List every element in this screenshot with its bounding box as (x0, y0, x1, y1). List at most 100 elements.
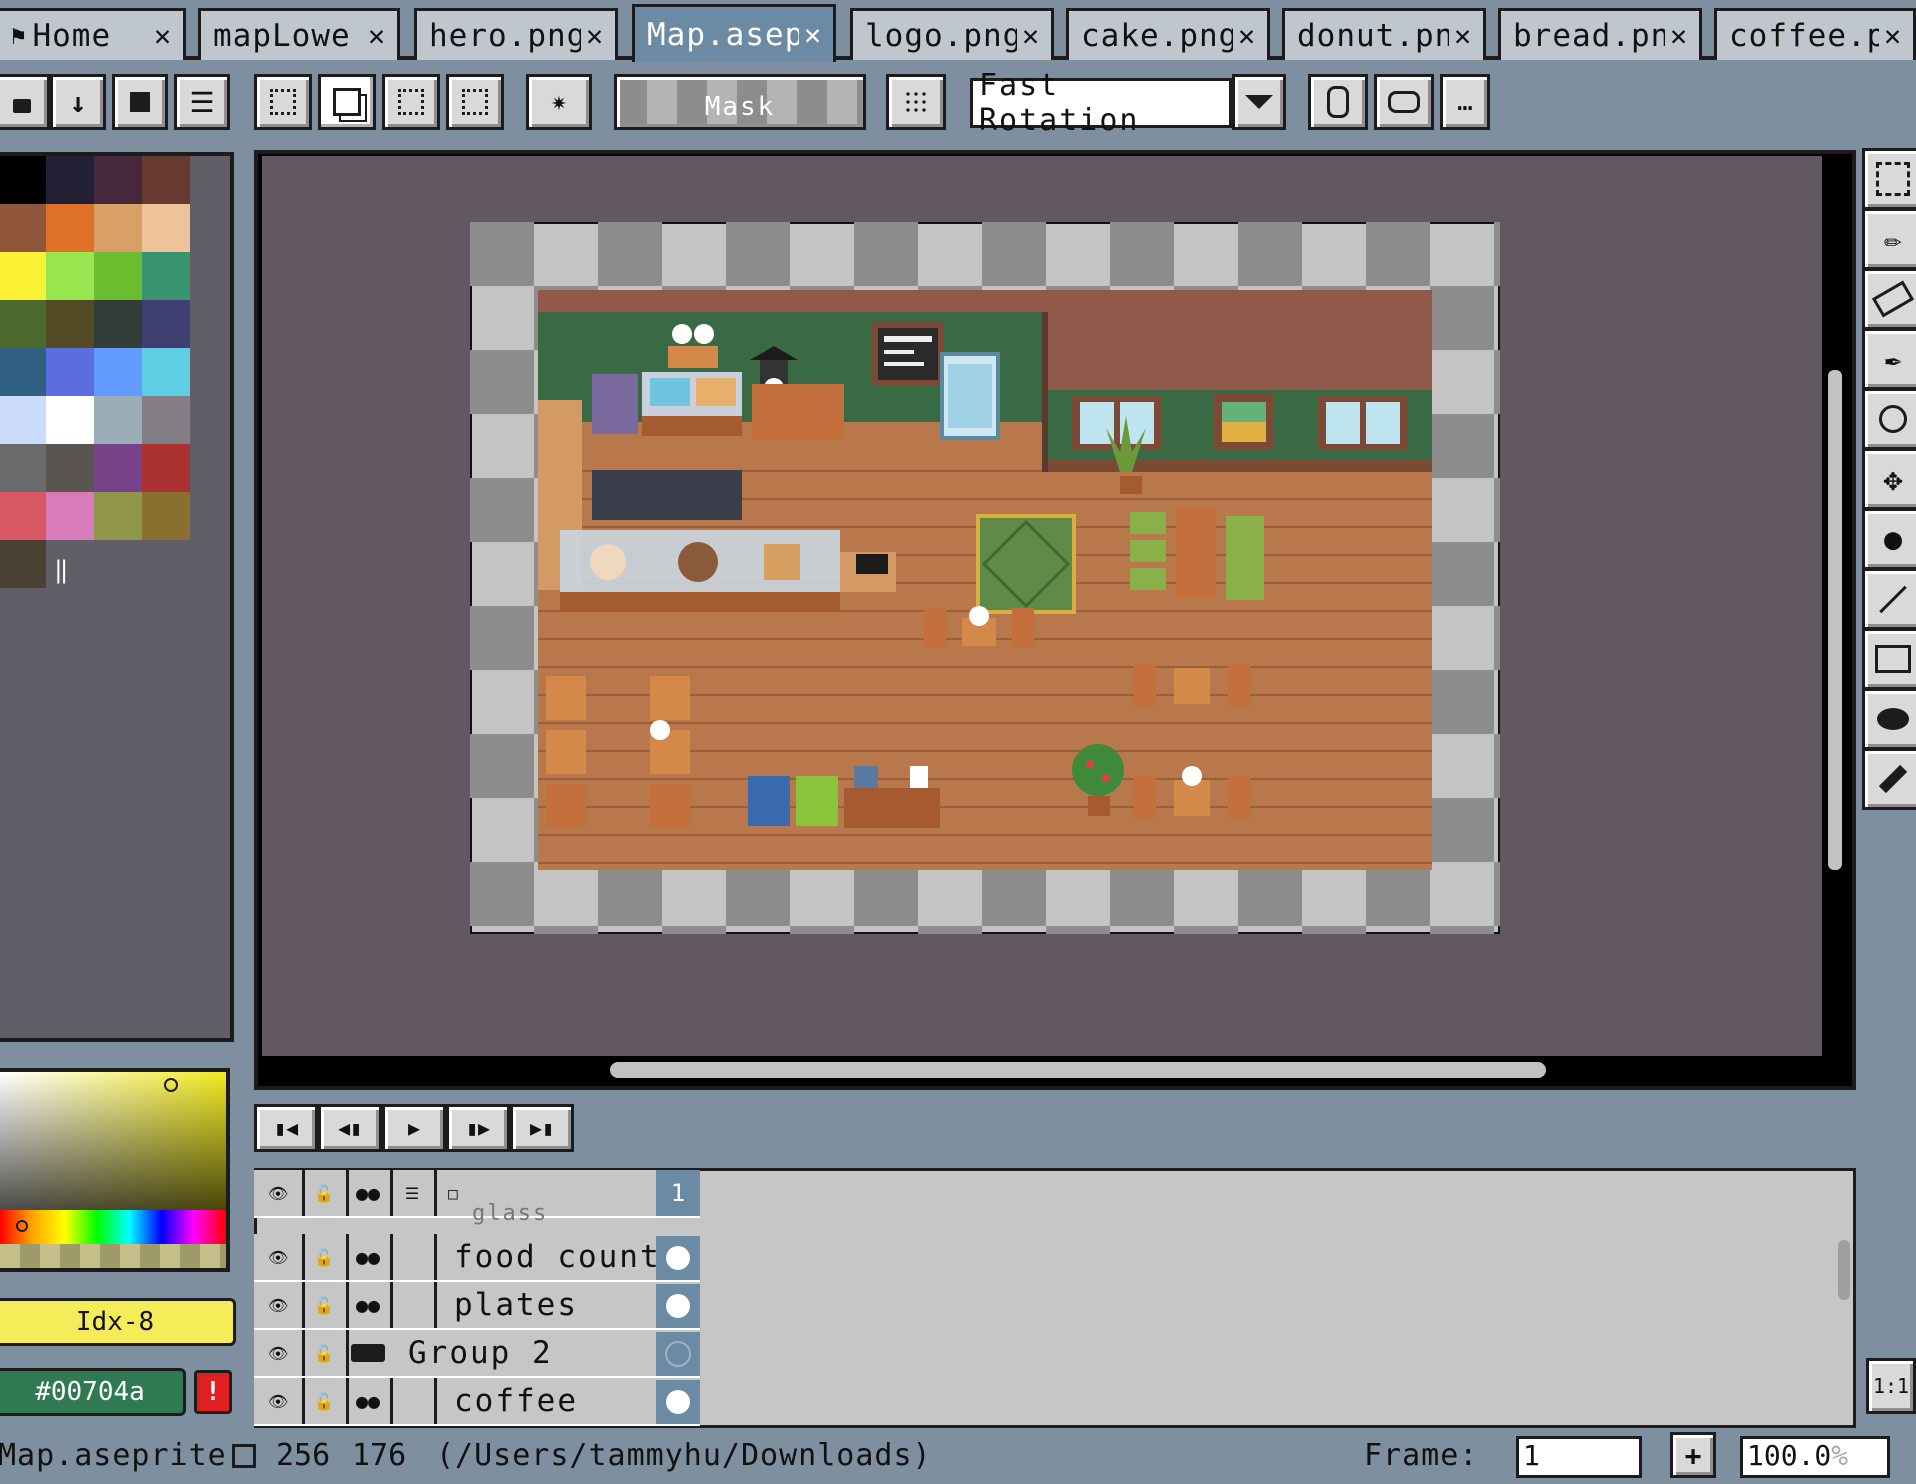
palette-swatch[interactable] (0, 300, 46, 348)
marquee-tool[interactable] (1862, 148, 1916, 210)
eraser-tool[interactable] (1862, 268, 1916, 330)
add-frame-button[interactable]: + (1670, 1432, 1716, 1478)
palette-swatch[interactable] (94, 492, 142, 540)
sliders-icon[interactable]: ☰ (390, 1170, 437, 1216)
palette-swatch[interactable] (94, 300, 142, 348)
palette-swatch[interactable] (142, 300, 190, 348)
next-frame-button[interactable]: ▮▶ (446, 1104, 510, 1152)
fill-button[interactable] (112, 74, 168, 130)
pivot-button[interactable] (886, 74, 946, 130)
layer-row[interactable]: 👁 🔓 ●● food counte (254, 1234, 700, 1282)
eye-icon[interactable]: 👁 (254, 1234, 305, 1280)
tab-coffee[interactable]: coffee.pı ✕ (1714, 8, 1916, 60)
palette-swatch[interactable] (142, 444, 190, 492)
frame-header[interactable]: 1 (656, 1170, 700, 1216)
rotation-algorithm-select[interactable]: Fast Rotation (970, 68, 1232, 138)
cel[interactable] (656, 1332, 700, 1376)
palette-swatch[interactable] (142, 156, 190, 204)
layer-row[interactable]: 👁 🔓 ●● coffee (254, 1378, 700, 1426)
palette-swatch[interactable] (46, 204, 94, 252)
rotation-dropdown-button[interactable] (1232, 74, 1286, 130)
tab-map[interactable]: Map.asep ✕ (632, 4, 836, 62)
zoom-reset-button[interactable]: 1:1 (1866, 1358, 1916, 1414)
frame-input[interactable]: 1 (1516, 1436, 1642, 1478)
palette-swatch[interactable] (142, 396, 190, 444)
padlock-icon[interactable]: 🔓 (302, 1234, 349, 1280)
selection-replace-button[interactable] (254, 74, 312, 130)
folder-icon[interactable] (346, 1330, 390, 1376)
ellipse-tool[interactable] (1862, 688, 1916, 750)
layer-mode-icon[interactable]: □ (434, 1170, 472, 1216)
palette-swatch[interactable] (46, 348, 94, 396)
close-icon[interactable]: ✕ (1879, 19, 1907, 52)
palette-swatch[interactable] (0, 492, 46, 540)
rectangle-tool[interactable] (1862, 628, 1916, 690)
continuous-icon[interactable]: ●● (346, 1234, 393, 1280)
last-frame-button[interactable]: ▶▮ (510, 1104, 574, 1152)
palette-swatch[interactable] (46, 252, 94, 300)
warning-button[interactable]: ! (194, 1370, 232, 1414)
close-icon[interactable]: ✕ (1233, 19, 1261, 52)
eye-icon[interactable]: 👁 (254, 1170, 305, 1216)
eye-icon[interactable]: 👁 (254, 1378, 305, 1424)
palette-swatch[interactable] (142, 204, 190, 252)
palette-resize-handle-icon[interactable]: ‖ (54, 556, 68, 584)
zoom-input[interactable]: 100.0% (1740, 1436, 1890, 1478)
palette-swatch[interactable] (0, 396, 46, 444)
close-icon[interactable]: ✕ (1449, 19, 1477, 52)
close-icon[interactable]: ✕ (1665, 19, 1693, 52)
close-icon[interactable]: ✕ (799, 18, 827, 51)
play-button[interactable]: ▶ (382, 1104, 446, 1152)
previous-frame-button[interactable]: ◀▮ (318, 1104, 382, 1152)
palette-swatch[interactable] (0, 204, 46, 252)
layer-row-group[interactable]: 👁 🔓 Group 2 (254, 1330, 700, 1378)
alpha-slider[interactable] (0, 1244, 230, 1272)
palette-swatch[interactable] (46, 492, 94, 540)
continuous-icon[interactable]: ●● (346, 1378, 393, 1424)
transparent-color-button[interactable]: ✷ (526, 74, 592, 130)
padlock-icon[interactable]: 🔓 (302, 1330, 349, 1376)
palette-swatch[interactable] (0, 348, 46, 396)
close-icon[interactable]: ✕ (581, 19, 609, 52)
palette-swatch[interactable] (0, 540, 46, 588)
sv-cursor[interactable] (164, 1078, 178, 1092)
hue-slider[interactable] (0, 1210, 230, 1244)
mask-button[interactable]: Mask (614, 74, 866, 130)
palette-swatch[interactable] (46, 300, 94, 348)
timeline-scrollbar[interactable] (1838, 1240, 1850, 1300)
close-icon[interactable]: ✕ (149, 19, 177, 52)
palette-swatch[interactable] (94, 348, 142, 396)
down-arrow-button[interactable]: ↓ (50, 74, 106, 130)
layer-row[interactable]: 👁 🔓 ●● plates (254, 1282, 700, 1330)
first-frame-button[interactable]: ▮◀ (254, 1104, 318, 1152)
paint-bucket-tool[interactable]: ● (1862, 508, 1916, 570)
palette-swatch[interactable] (94, 204, 142, 252)
selection-subtract-button[interactable] (382, 74, 440, 130)
cel[interactable] (656, 1380, 700, 1424)
selection-add-button[interactable] (318, 74, 376, 130)
more-options-button[interactable]: … (1440, 74, 1490, 130)
continuous-icon[interactable]: ●● (346, 1170, 393, 1216)
palette-swatch[interactable] (46, 396, 94, 444)
horizontal-scrollbar[interactable] (610, 1062, 1546, 1078)
eyedropper-tool[interactable]: ✒ (1862, 328, 1916, 390)
hue-cursor[interactable] (16, 1220, 28, 1232)
palette-swatch[interactable] (46, 444, 94, 492)
tab-hero[interactable]: hero.png ✕ (414, 8, 618, 60)
editor-viewport[interactable] (262, 156, 1822, 1056)
tab-home[interactable]: ⚑ Home ✕ (0, 8, 186, 60)
pencil-tool[interactable]: ✏ (1862, 208, 1916, 270)
padlock-icon[interactable]: 🔓 (302, 1170, 349, 1216)
tab-cake[interactable]: cake.png ✕ (1066, 8, 1270, 60)
palette-swatch[interactable] (46, 156, 94, 204)
tab-maplower[interactable]: mapLowe ✕ (198, 8, 400, 60)
eye-icon[interactable]: 👁 (254, 1330, 305, 1376)
selection-intersect-button[interactable] (446, 74, 504, 130)
palette-swatch[interactable] (0, 444, 46, 492)
padlock-icon[interactable]: 🔓 (302, 1378, 349, 1424)
close-icon[interactable]: ✕ (363, 19, 391, 52)
palette-swatch[interactable] (94, 444, 142, 492)
color-index-button[interactable]: Idx-8 (0, 1298, 236, 1346)
move-tool[interactable]: ✥ (1862, 448, 1916, 510)
tab-donut[interactable]: donut.pn ✕ (1282, 8, 1486, 60)
